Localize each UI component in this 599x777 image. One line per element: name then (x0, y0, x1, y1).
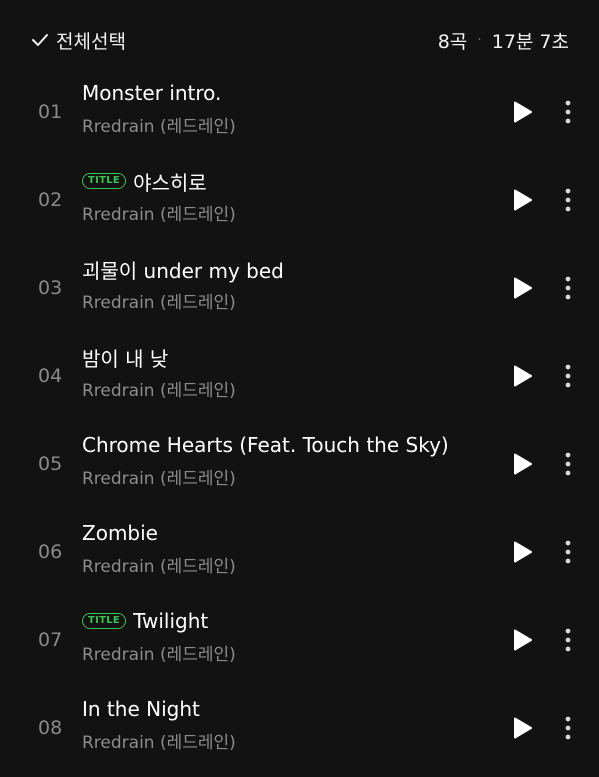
more-vertical-icon[interactable] (556, 450, 580, 478)
more-vertical-icon[interactable] (556, 362, 580, 390)
track-artist: Rredrain (레드레인) (82, 469, 236, 489)
track-title: Zombie (82, 521, 158, 545)
track-number: 07 (38, 629, 63, 651)
play-icon[interactable] (510, 540, 534, 564)
track-title-row: Zombie (82, 520, 158, 546)
track-artist: Rredrain (레드레인) (82, 205, 236, 225)
track-title-row: TITLE Twilight (82, 608, 208, 634)
select-all-button[interactable]: 전체선택 (30, 26, 126, 54)
track-title-row: 밤이 내 낮 (82, 344, 169, 371)
track-title: In the Night (82, 697, 200, 721)
track-artist: Rredrain (레드레인) (82, 293, 236, 313)
track-row[interactable]: 08 In the Night Rredrain (레드레인) (0, 684, 599, 772)
play-icon[interactable] (510, 364, 534, 388)
track-artist: Rredrain (레드레인) (82, 381, 236, 401)
track-artist: Rredrain (레드레인) (82, 645, 236, 665)
track-title: Chrome Hearts (Feat. Touch the Sky) (82, 433, 449, 457)
track-number: 08 (38, 717, 63, 739)
track-title: Monster intro. (82, 81, 222, 105)
title-track-badge: TITLE (82, 173, 127, 189)
play-icon[interactable] (510, 452, 534, 476)
track-number: 05 (38, 453, 63, 475)
play-icon[interactable] (510, 276, 534, 300)
select-all-label: 전체선택 (56, 30, 126, 53)
track-count: 8곡 (437, 30, 468, 53)
more-vertical-icon[interactable] (556, 714, 580, 742)
track-artist: Rredrain (레드레인) (82, 557, 236, 577)
track-row[interactable]: 01 Monster intro. Rredrain (레드레인) (0, 68, 599, 156)
play-icon[interactable] (510, 716, 534, 740)
track-artist: Rredrain (레드레인) (82, 733, 236, 753)
track-number: 06 (38, 541, 63, 563)
track-row[interactable]: 02 TITLE 야스히로 Rredrain (레드레인) (0, 156, 599, 244)
more-vertical-icon[interactable] (556, 626, 580, 654)
track-title: 밤이 내 낮 (82, 346, 169, 371)
more-vertical-icon[interactable] (556, 274, 580, 302)
track-title-row: Chrome Hearts (Feat. Touch the Sky) (82, 432, 449, 458)
track-title: 야스히로 (133, 170, 207, 195)
track-row[interactable]: 07 TITLE Twilight Rredrain (레드레인) (0, 596, 599, 684)
track-title-row: TITLE 야스히로 (82, 168, 207, 195)
play-icon[interactable] (510, 188, 534, 212)
album-summary: 8곡 · 17분 7초 (438, 26, 569, 54)
more-vertical-icon[interactable] (556, 186, 580, 214)
track-number: 02 (38, 189, 63, 211)
more-vertical-icon[interactable] (556, 538, 580, 566)
summary-separator: · (477, 32, 482, 48)
more-vertical-icon[interactable] (556, 98, 580, 126)
track-row[interactable]: 04 밤이 내 낮 Rredrain (레드레인) (0, 332, 599, 420)
track-title: Twilight (133, 609, 209, 633)
track-title-row: 괴물이 under my bed (82, 256, 284, 283)
play-icon[interactable] (510, 100, 534, 124)
title-track-badge: TITLE (82, 613, 127, 629)
track-artist: Rredrain (레드레인) (82, 117, 236, 137)
check-icon (32, 34, 48, 46)
track-row[interactable]: 06 Zombie Rredrain (레드레인) (0, 508, 599, 596)
track-title-row: In the Night (82, 696, 200, 722)
track-title: 괴물이 under my bed (82, 258, 284, 283)
track-row[interactable]: 05 Chrome Hearts (Feat. Touch the Sky) Rre… (0, 420, 599, 508)
total-duration: 17분 7초 (491, 30, 569, 53)
track-title-row: Monster intro. (82, 80, 221, 106)
play-icon[interactable] (510, 628, 534, 652)
track-number: 03 (38, 277, 63, 299)
track-number: 04 (38, 365, 63, 387)
track-row[interactable]: 03 괴물이 under my bed Rredrain (레드레인) (0, 244, 599, 332)
track-number: 01 (38, 101, 63, 123)
